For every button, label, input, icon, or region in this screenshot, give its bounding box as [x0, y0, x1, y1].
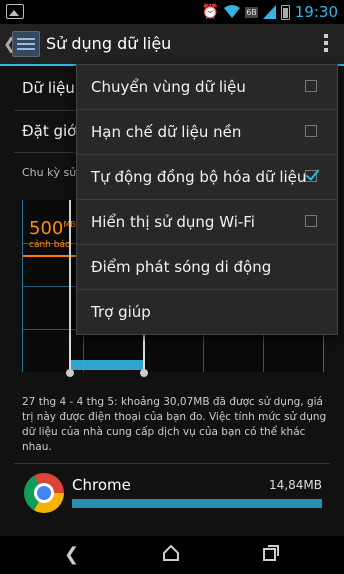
app-data-size: 14,84MB: [269, 478, 322, 492]
menu-item-label: Điểm phát sóng di động: [91, 258, 272, 276]
wifi-icon: [224, 5, 241, 19]
gallery-notification-icon: [6, 4, 24, 19]
menu-item-label: Hạn chế dữ liệu nền: [91, 123, 242, 141]
alarm-icon: ⏰: [201, 4, 220, 20]
menu-item-5[interactable]: Điểm phát sóng di động: [77, 245, 337, 290]
signal-icon: [262, 5, 276, 19]
set-limit-label[interactable]: Đặt giới: [22, 122, 81, 140]
chrome-icon: [24, 473, 64, 513]
checked-checkbox[interactable]: [305, 170, 317, 182]
usage-description: 27 thg 4 - 4 thg 5: khoảng 30,07MB đã đư…: [22, 396, 327, 453]
cycle-start-handle[interactable]: [66, 200, 74, 377]
mobile-data-label[interactable]: Dữ liệu: [22, 79, 75, 97]
menu-item-label: Trợ giúp: [91, 303, 151, 321]
app-usage-bar: [72, 499, 322, 508]
menu-item-2[interactable]: Hạn chế dữ liệu nền: [77, 110, 337, 155]
menu-item-1[interactable]: Chuyển vùng dữ liệu: [77, 65, 337, 110]
app-name: Chrome: [72, 476, 131, 494]
back-icon[interactable]: ❮: [64, 544, 79, 565]
overflow-menu-icon[interactable]: [324, 34, 328, 55]
warning-value-number: 500: [29, 218, 64, 239]
home-icon[interactable]: [162, 544, 180, 567]
warning-label: cảnh báo: [29, 240, 71, 250]
overflow-popup-menu: Chuyển vùng dữ liệu Hạn chế dữ liệu nền Tự…: [76, 64, 338, 335]
cycle-start-handle-knob[interactable]: [66, 369, 74, 377]
unchecked-checkbox[interactable]: [305, 80, 317, 92]
network-type-label: 6B: [245, 6, 258, 18]
action-bar: ❮ Sử dụng dữ liệu: [0, 24, 344, 66]
recent-apps-icon[interactable]: [262, 544, 280, 567]
unchecked-checkbox[interactable]: [305, 125, 317, 137]
page-title: Sử dụng dữ liệu: [46, 34, 172, 53]
menu-item-label: Tự động đồng bộ hóa dữ liệu: [91, 168, 307, 186]
status-bar: ⏰ 6B 19:30: [0, 0, 344, 24]
usage-cycle-label[interactable]: Chu kỳ sử: [22, 166, 76, 179]
cycle-end-handle-knob[interactable]: [140, 369, 148, 377]
data-usage-app-icon[interactable]: [12, 31, 40, 57]
app-usage-row[interactable]: Chrome 14,84MB: [0, 463, 344, 523]
menu-item-6[interactable]: Trợ giúp: [77, 290, 337, 334]
unchecked-checkbox[interactable]: [305, 215, 317, 227]
usage-series-area: [71, 360, 143, 370]
status-icons: ⏰ 6B 19:30: [202, 3, 338, 21]
navigation-bar: ❮: [0, 536, 344, 574]
menu-item-label: Chuyển vùng dữ liệu: [91, 78, 246, 96]
battery-icon: [280, 4, 290, 20]
menu-item-label: Hiển thị sử dụng Wi-Fi: [91, 213, 255, 231]
menu-item-3[interactable]: Tự động đồng bộ hóa dữ liệu: [77, 155, 337, 200]
clock: 19:30: [294, 3, 338, 21]
menu-item-4[interactable]: Hiển thị sử dụng Wi-Fi: [77, 200, 337, 245]
